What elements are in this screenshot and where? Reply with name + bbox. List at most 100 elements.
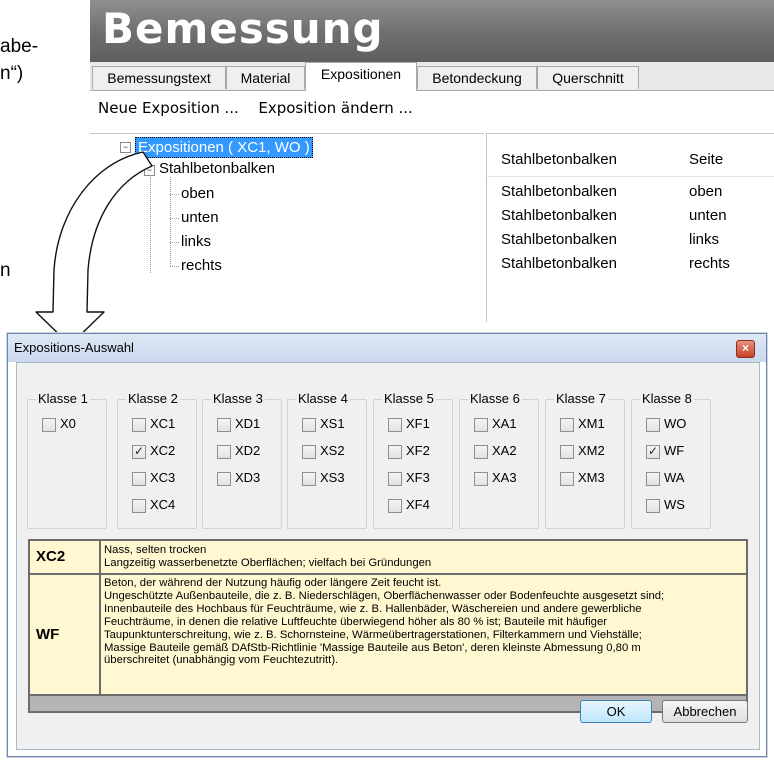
checkbox-label: XF3 xyxy=(406,470,430,485)
new-exposition-button[interactable]: Neue Exposition ... xyxy=(98,99,239,117)
checkbox-xm2[interactable] xyxy=(560,445,574,459)
checkbox-xa1[interactable] xyxy=(474,418,488,432)
checkbox-x0[interactable] xyxy=(42,418,56,432)
list-item[interactable]: Stahlbetonbalken xyxy=(501,231,617,248)
checkbox-xs3[interactable] xyxy=(302,472,316,486)
checkbox-xd3[interactable] xyxy=(217,472,231,486)
checkbox-label: XF1 xyxy=(406,416,430,431)
info-code-wf: WF xyxy=(30,575,99,694)
checkbox-label: XD3 xyxy=(235,470,261,485)
info-line: Taupunktunterschreitung, wie z. B. Schor… xyxy=(104,628,642,641)
info-line: Nass, selten trocken xyxy=(104,544,207,556)
info-description-wf: Beton, der während der Nutzung häufig od… xyxy=(101,575,746,694)
exposition-list: Stahlbetonbalken Seite Stahlbetonbalken … xyxy=(486,133,774,322)
checkbox-label: XC3 xyxy=(150,470,176,485)
checkbox-xc2[interactable]: ✓ xyxy=(132,445,146,459)
ok-button[interactable]: OK xyxy=(580,700,652,723)
edit-exposition-button[interactable]: Exposition ändern ... xyxy=(258,99,412,117)
checkbox-xf2[interactable] xyxy=(388,445,402,459)
checkbox-xa2[interactable] xyxy=(474,445,488,459)
side-text-fragment-2: n“) xyxy=(0,63,24,84)
checkbox-label: XC2 xyxy=(150,443,176,458)
checkbox-xf1[interactable] xyxy=(388,418,402,432)
group-klasse-6: Klasse 6 XA1 XA2 XA3 xyxy=(459,391,539,529)
list-item[interactable]: oben xyxy=(689,183,722,200)
list-item[interactable]: unten xyxy=(689,207,727,224)
info-line: Beton, der während der Nutzung häufig od… xyxy=(104,577,442,589)
tab-querschnitt[interactable]: Querschnitt xyxy=(537,66,639,89)
tab-betondeckung[interactable]: Betondeckung xyxy=(417,66,537,89)
group-klasse-7: Klasse 7 XM1 XM2 XM3 xyxy=(545,391,625,529)
list-item[interactable]: Stahlbetonbalken xyxy=(501,207,617,224)
checkbox-xm1[interactable] xyxy=(560,418,574,432)
group-label: Klasse 1 xyxy=(36,391,90,406)
window-title-bar: Bemessung xyxy=(90,0,774,62)
exposition-selection-dialog: Expositions-Auswahl × Klasse 1 X0 Klasse… xyxy=(7,333,767,757)
checkbox-label: XC1 xyxy=(150,416,176,431)
group-klasse-4: Klasse 4 XS1 XS2 XS3 xyxy=(287,391,367,529)
checkbox-label: XA2 xyxy=(492,443,517,458)
checkbox-label: XF2 xyxy=(406,443,430,458)
group-klasse-2: Klasse 2 XC1 ✓ XC2 XC3 XC4 xyxy=(117,391,197,529)
tab-material[interactable]: Material xyxy=(226,66,305,89)
exposition-description-table: XC2 Nass, selten trocken Langzeitig wass… xyxy=(28,539,748,713)
checkbox-wa[interactable] xyxy=(646,472,660,486)
checkbox-xc4[interactable] xyxy=(132,499,146,513)
checkbox-ws[interactable] xyxy=(646,499,660,513)
checkbox-xc3[interactable] xyxy=(132,472,146,486)
checkbox-wo[interactable] xyxy=(646,418,660,432)
checkbox-xc1[interactable] xyxy=(132,418,146,432)
checkbox-xd2[interactable] xyxy=(217,445,231,459)
info-line: Ungeschützte Außenbauteile, die z. B. Ni… xyxy=(104,589,665,602)
group-label: Klasse 2 xyxy=(126,391,180,406)
checkbox-label: XS1 xyxy=(320,416,345,431)
checkbox-label: WF xyxy=(664,443,685,458)
info-line: Innenbauteile des Hochbaus für Feuchträu… xyxy=(104,602,642,615)
checkbox-xs1[interactable] xyxy=(302,418,316,432)
list-item[interactable]: rechts xyxy=(689,255,730,272)
checkbox-xa3[interactable] xyxy=(474,472,488,486)
checkbox-label: XM2 xyxy=(578,443,605,458)
group-label: Klasse 7 xyxy=(554,391,608,406)
column-header-bauteil[interactable]: Stahlbetonbalken xyxy=(501,151,617,168)
checkbox-label: XM3 xyxy=(578,470,605,485)
checkbox-xf3[interactable] xyxy=(388,472,402,486)
checkbox-wf[interactable]: ✓ xyxy=(646,445,660,459)
info-code-xc2: XC2 xyxy=(30,541,99,573)
toolbar: Neue Exposition ... Exposition ändern ..… xyxy=(98,99,413,117)
tab-bemessungstext[interactable]: Bemessungstext xyxy=(92,66,226,89)
info-line: überschreitet (unabhängig vom Feuchtezut… xyxy=(104,654,339,667)
checkbox-label: XD1 xyxy=(235,416,261,431)
group-label: Klasse 5 xyxy=(382,391,436,406)
checkbox-label: XS2 xyxy=(320,443,345,458)
checkbox-label: WS xyxy=(664,497,685,512)
tab-expositionen[interactable]: Expositionen xyxy=(305,62,417,91)
curved-arrow-icon xyxy=(35,151,153,346)
info-description-xc2: Nass, selten trocken Langzeitig wasserbe… xyxy=(101,541,746,573)
list-item[interactable]: links xyxy=(689,231,719,248)
side-text-fragment-1: abe- xyxy=(0,36,39,57)
cancel-button[interactable]: Abbrechen xyxy=(662,700,748,723)
checkbox-label: XD2 xyxy=(235,443,261,458)
dialog-title: Expositions-Auswahl xyxy=(14,340,134,355)
group-klasse-5: Klasse 5 XF1 XF2 XF3 XF4 xyxy=(373,391,453,529)
checkbox-label: WA xyxy=(664,470,685,485)
column-header-seite[interactable]: Seite xyxy=(689,151,723,168)
window-title: Bemessung xyxy=(102,4,384,53)
checkbox-label: XS3 xyxy=(320,470,345,485)
checkbox-xs2[interactable] xyxy=(302,445,316,459)
group-label: Klasse 3 xyxy=(211,391,265,406)
checkbox-xf4[interactable] xyxy=(388,499,402,513)
group-klasse-8: Klasse 8 WO ✓ WF WA WS xyxy=(631,391,711,529)
checkbox-label: XM1 xyxy=(578,416,605,431)
close-icon[interactable]: × xyxy=(736,340,755,358)
checkbox-label: X0 xyxy=(60,416,76,431)
group-label: Klasse 6 xyxy=(468,391,522,406)
info-line: Feuchträume, in denen die relative Luftf… xyxy=(104,615,608,628)
group-klasse-1: Klasse 1 X0 xyxy=(27,391,107,529)
checkbox-xm3[interactable] xyxy=(560,472,574,486)
checkbox-xd1[interactable] xyxy=(217,418,231,432)
list-item[interactable]: Stahlbetonbalken xyxy=(501,255,617,272)
checkbox-label: XA1 xyxy=(492,416,517,431)
list-item[interactable]: Stahlbetonbalken xyxy=(501,183,617,200)
